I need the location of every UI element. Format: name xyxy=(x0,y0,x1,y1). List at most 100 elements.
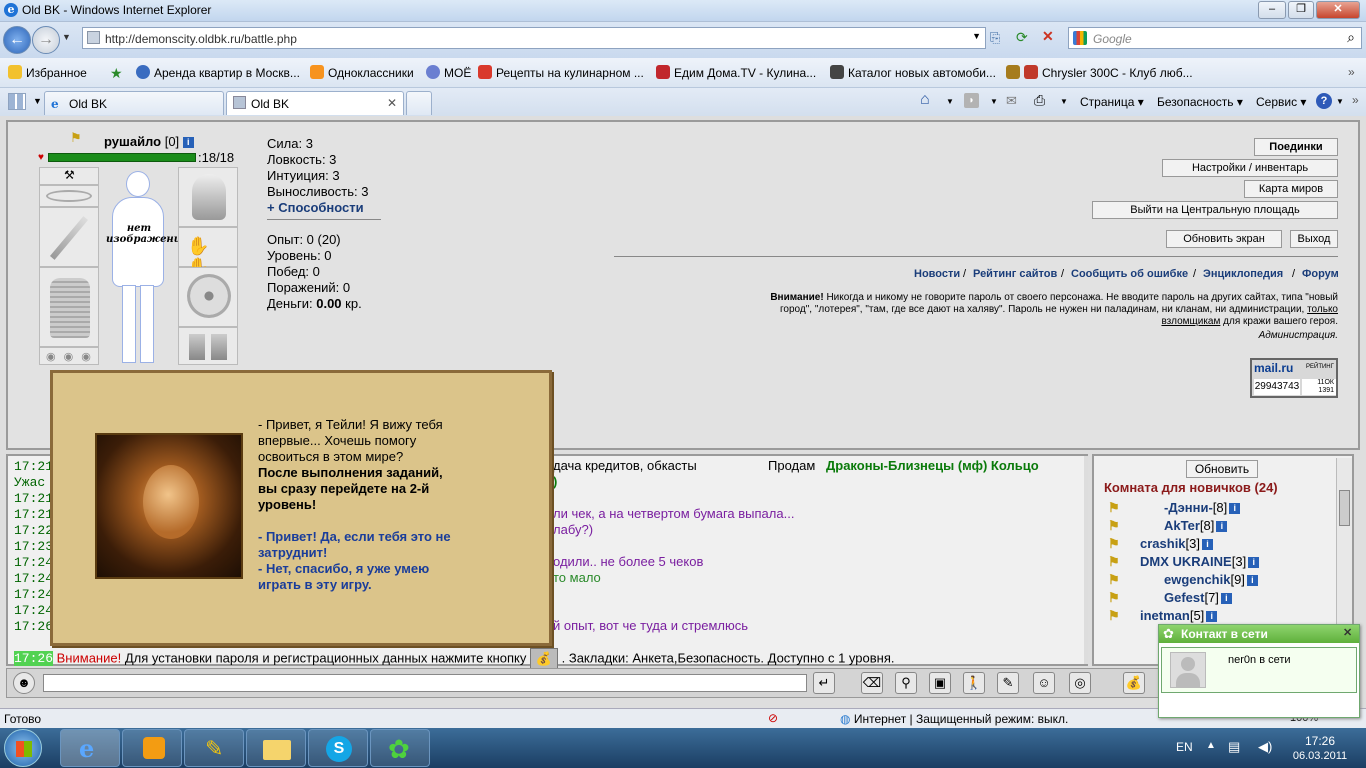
tab-old-bk-2[interactable]: Old BK ✕ xyxy=(226,91,404,115)
safety-menu[interactable]: Безопасность ▾ xyxy=(1157,95,1243,109)
search-icon[interactable]: ⌕ xyxy=(1347,29,1355,46)
help-dropdown-icon[interactable]: ▼ xyxy=(1336,97,1344,106)
refresh-icon[interactable]: ⟳ xyxy=(1016,29,1028,46)
scroll-thumb[interactable] xyxy=(1339,490,1350,526)
tools-menu[interactable]: Сервис ▾ xyxy=(1256,95,1306,109)
filter-icon[interactable]: ⚲ xyxy=(895,672,917,694)
info-icon[interactable]: i xyxy=(1248,557,1260,569)
fav-item-cars[interactable]: Каталог новых автомоби... xyxy=(830,65,996,80)
slot-amulet[interactable] xyxy=(39,185,99,207)
fav-item-moe[interactable]: МОЁ xyxy=(426,65,471,80)
slot-armor[interactable] xyxy=(39,267,99,347)
central-square-button[interactable]: Выйти на Центральную площадь xyxy=(1092,201,1338,219)
toolbar-overflow-icon[interactable]: » xyxy=(1352,93,1359,107)
taskbar-explorer[interactable] xyxy=(246,729,306,767)
slot-buttons[interactable]: ⚒ xyxy=(39,167,99,185)
accept-help-link[interactable]: - Привет! Да, если тебя это не xyxy=(258,529,451,545)
add-favorite-icon[interactable]: ★ xyxy=(110,65,123,82)
page-menu[interactable]: Страница ▾ xyxy=(1080,95,1144,109)
security-zone[interactable]: ◍ Интернет | Защищенный режим: выкл. xyxy=(840,712,1068,726)
room-user[interactable]: ⚑ DMX UKRAINE[3] i xyxy=(1108,554,1260,569)
search-field[interactable]: Google ⌕ xyxy=(1068,27,1362,49)
info-icon[interactable]: i xyxy=(1216,521,1228,533)
compat-view-icon[interactable]: ⎘ xyxy=(990,30,1000,46)
hackers-link[interactable]: взломщикам xyxy=(1161,316,1220,327)
fav-item-rent[interactable]: Аренда квартир в Москв... xyxy=(136,65,300,80)
mail-ru-counter[interactable]: mail.ru РЕЙТИНГ 29943743 11ОК 1391 xyxy=(1250,358,1338,398)
fav-item-recipes[interactable]: Рецепты на кулинарном ... xyxy=(478,65,644,80)
rss-dropdown-icon[interactable]: ▼ xyxy=(990,97,998,106)
info-icon[interactable]: i xyxy=(1220,593,1232,605)
nav-news[interactable]: Новости xyxy=(914,268,960,280)
abilities-link[interactable]: + Способности xyxy=(267,200,364,215)
info-icon[interactable]: i xyxy=(1206,611,1218,623)
stop-icon[interactable]: ✕ xyxy=(1042,28,1054,45)
nav-report[interactable]: Сообщить об ошибке xyxy=(1071,268,1188,280)
address-dropdown-icon[interactable]: ▼ xyxy=(972,31,981,41)
eraser-icon[interactable]: ⌫ xyxy=(861,672,883,694)
start-button[interactable] xyxy=(4,729,42,767)
nav-rating[interactable]: Рейтинг сайтов xyxy=(973,268,1057,280)
print-icon[interactable]: ⎙ xyxy=(1034,92,1045,109)
blocked-icon[interactable]: ⊘ xyxy=(768,711,778,725)
smiley-face-icon[interactable]: ☻ xyxy=(13,672,35,694)
close-tab-icon[interactable]: ✕ xyxy=(387,96,397,110)
tray-expand-icon[interactable]: ▲ xyxy=(1206,740,1216,751)
save-icon[interactable]: ▣ xyxy=(929,672,951,694)
home-icon[interactable]: ⌂ xyxy=(920,91,930,109)
close-button[interactable]: ✕ xyxy=(1316,1,1360,19)
room-refresh-button[interactable]: Обновить xyxy=(1186,460,1258,478)
info-icon[interactable]: i xyxy=(182,137,194,149)
slot-boots[interactable] xyxy=(178,327,238,365)
smiles-icon[interactable]: ☺ xyxy=(1033,672,1055,694)
accept-help-link-cont[interactable]: затруднит! xyxy=(258,545,327,561)
decline-help-link[interactable]: - Нет, спасибо, я уже умею xyxy=(258,561,429,577)
taskbar-skype[interactable]: S xyxy=(308,729,368,767)
fav-item-odnoklassniki[interactable]: Одноклассники xyxy=(310,65,414,80)
bag-icon[interactable]: 💰 xyxy=(1123,672,1145,694)
exit-button[interactable]: Выход xyxy=(1290,230,1338,248)
room-user[interactable]: ⚑ Gefest[7] i xyxy=(1108,590,1232,605)
home-dropdown-icon[interactable]: ▼ xyxy=(946,97,954,106)
world-map-button[interactable]: Карта миров xyxy=(1244,180,1338,198)
slot-weapon[interactable] xyxy=(39,207,99,267)
notification-close-icon[interactable]: ✕ xyxy=(1343,626,1352,639)
minimize-button[interactable]: – xyxy=(1258,1,1286,19)
new-tab-button[interactable] xyxy=(406,91,432,115)
print-dropdown-icon[interactable]: ▼ xyxy=(1060,97,1068,106)
nav-forum[interactable]: Форум xyxy=(1302,268,1339,280)
mail-icon[interactable]: ✉ xyxy=(1006,93,1017,109)
help-icon[interactable]: ? xyxy=(1316,93,1332,109)
fights-button[interactable]: Поединки xyxy=(1254,138,1338,156)
back-button[interactable]: ← xyxy=(3,26,31,54)
favorites-overflow-icon[interactable]: » xyxy=(1348,65,1355,79)
tab-list-icon[interactable]: ▼ xyxy=(33,96,42,106)
taskbar-paint[interactable]: ✎ xyxy=(184,729,244,767)
icq-notification[interactable]: Контакт в сети ✿ ✕ ner0n в сети xyxy=(1158,624,1360,718)
fav-item-chrysler[interactable]: Chrysler 300C - Клуб люб... xyxy=(1006,65,1193,80)
slot-gloves[interactable]: ✋✋ xyxy=(178,227,238,277)
money-bag-icon[interactable]: 💰 xyxy=(530,648,558,670)
clock-date[interactable]: 06.03.2011 xyxy=(1286,750,1354,762)
room-user[interactable]: ⚑ ewgenchik[9] i xyxy=(1108,572,1258,587)
chat-input[interactable] xyxy=(43,674,807,692)
maximize-button[interactable]: ❐ xyxy=(1288,1,1314,19)
tab-old-bk-1[interactable]: e Old BK xyxy=(44,91,224,115)
walk-icon[interactable]: 🚶 xyxy=(963,672,985,694)
send-icon[interactable]: ↵ xyxy=(813,672,835,694)
clock-time[interactable]: 17:26 xyxy=(1298,734,1342,748)
decline-help-link-cont[interactable]: играть в эту игру. xyxy=(258,577,372,593)
quick-tabs-icon[interactable] xyxy=(8,93,26,110)
address-field[interactable]: http://demonscity.oldbk.ru/battle.php ▼ xyxy=(82,27,986,49)
favorites-button[interactable]: Избранное xyxy=(8,65,87,80)
forward-button[interactable]: → xyxy=(32,26,60,54)
fav-item-edim-doma[interactable]: Едим Дома.TV - Кулина... xyxy=(656,65,816,80)
room-user[interactable]: ⚑ inetman[5] i xyxy=(1108,608,1218,623)
history-dropdown-icon[interactable]: ▼ xyxy=(62,32,71,42)
slot-shield[interactable] xyxy=(178,267,238,327)
clear-chat-icon[interactable]: ◎ xyxy=(1069,672,1091,694)
language-indicator[interactable]: EN xyxy=(1176,740,1193,754)
nav-encyclopedia[interactable]: Энциклопедия xyxy=(1203,268,1283,280)
private-icon[interactable]: ✎ xyxy=(997,672,1019,694)
rss-icon[interactable]: ◗ xyxy=(964,93,979,108)
